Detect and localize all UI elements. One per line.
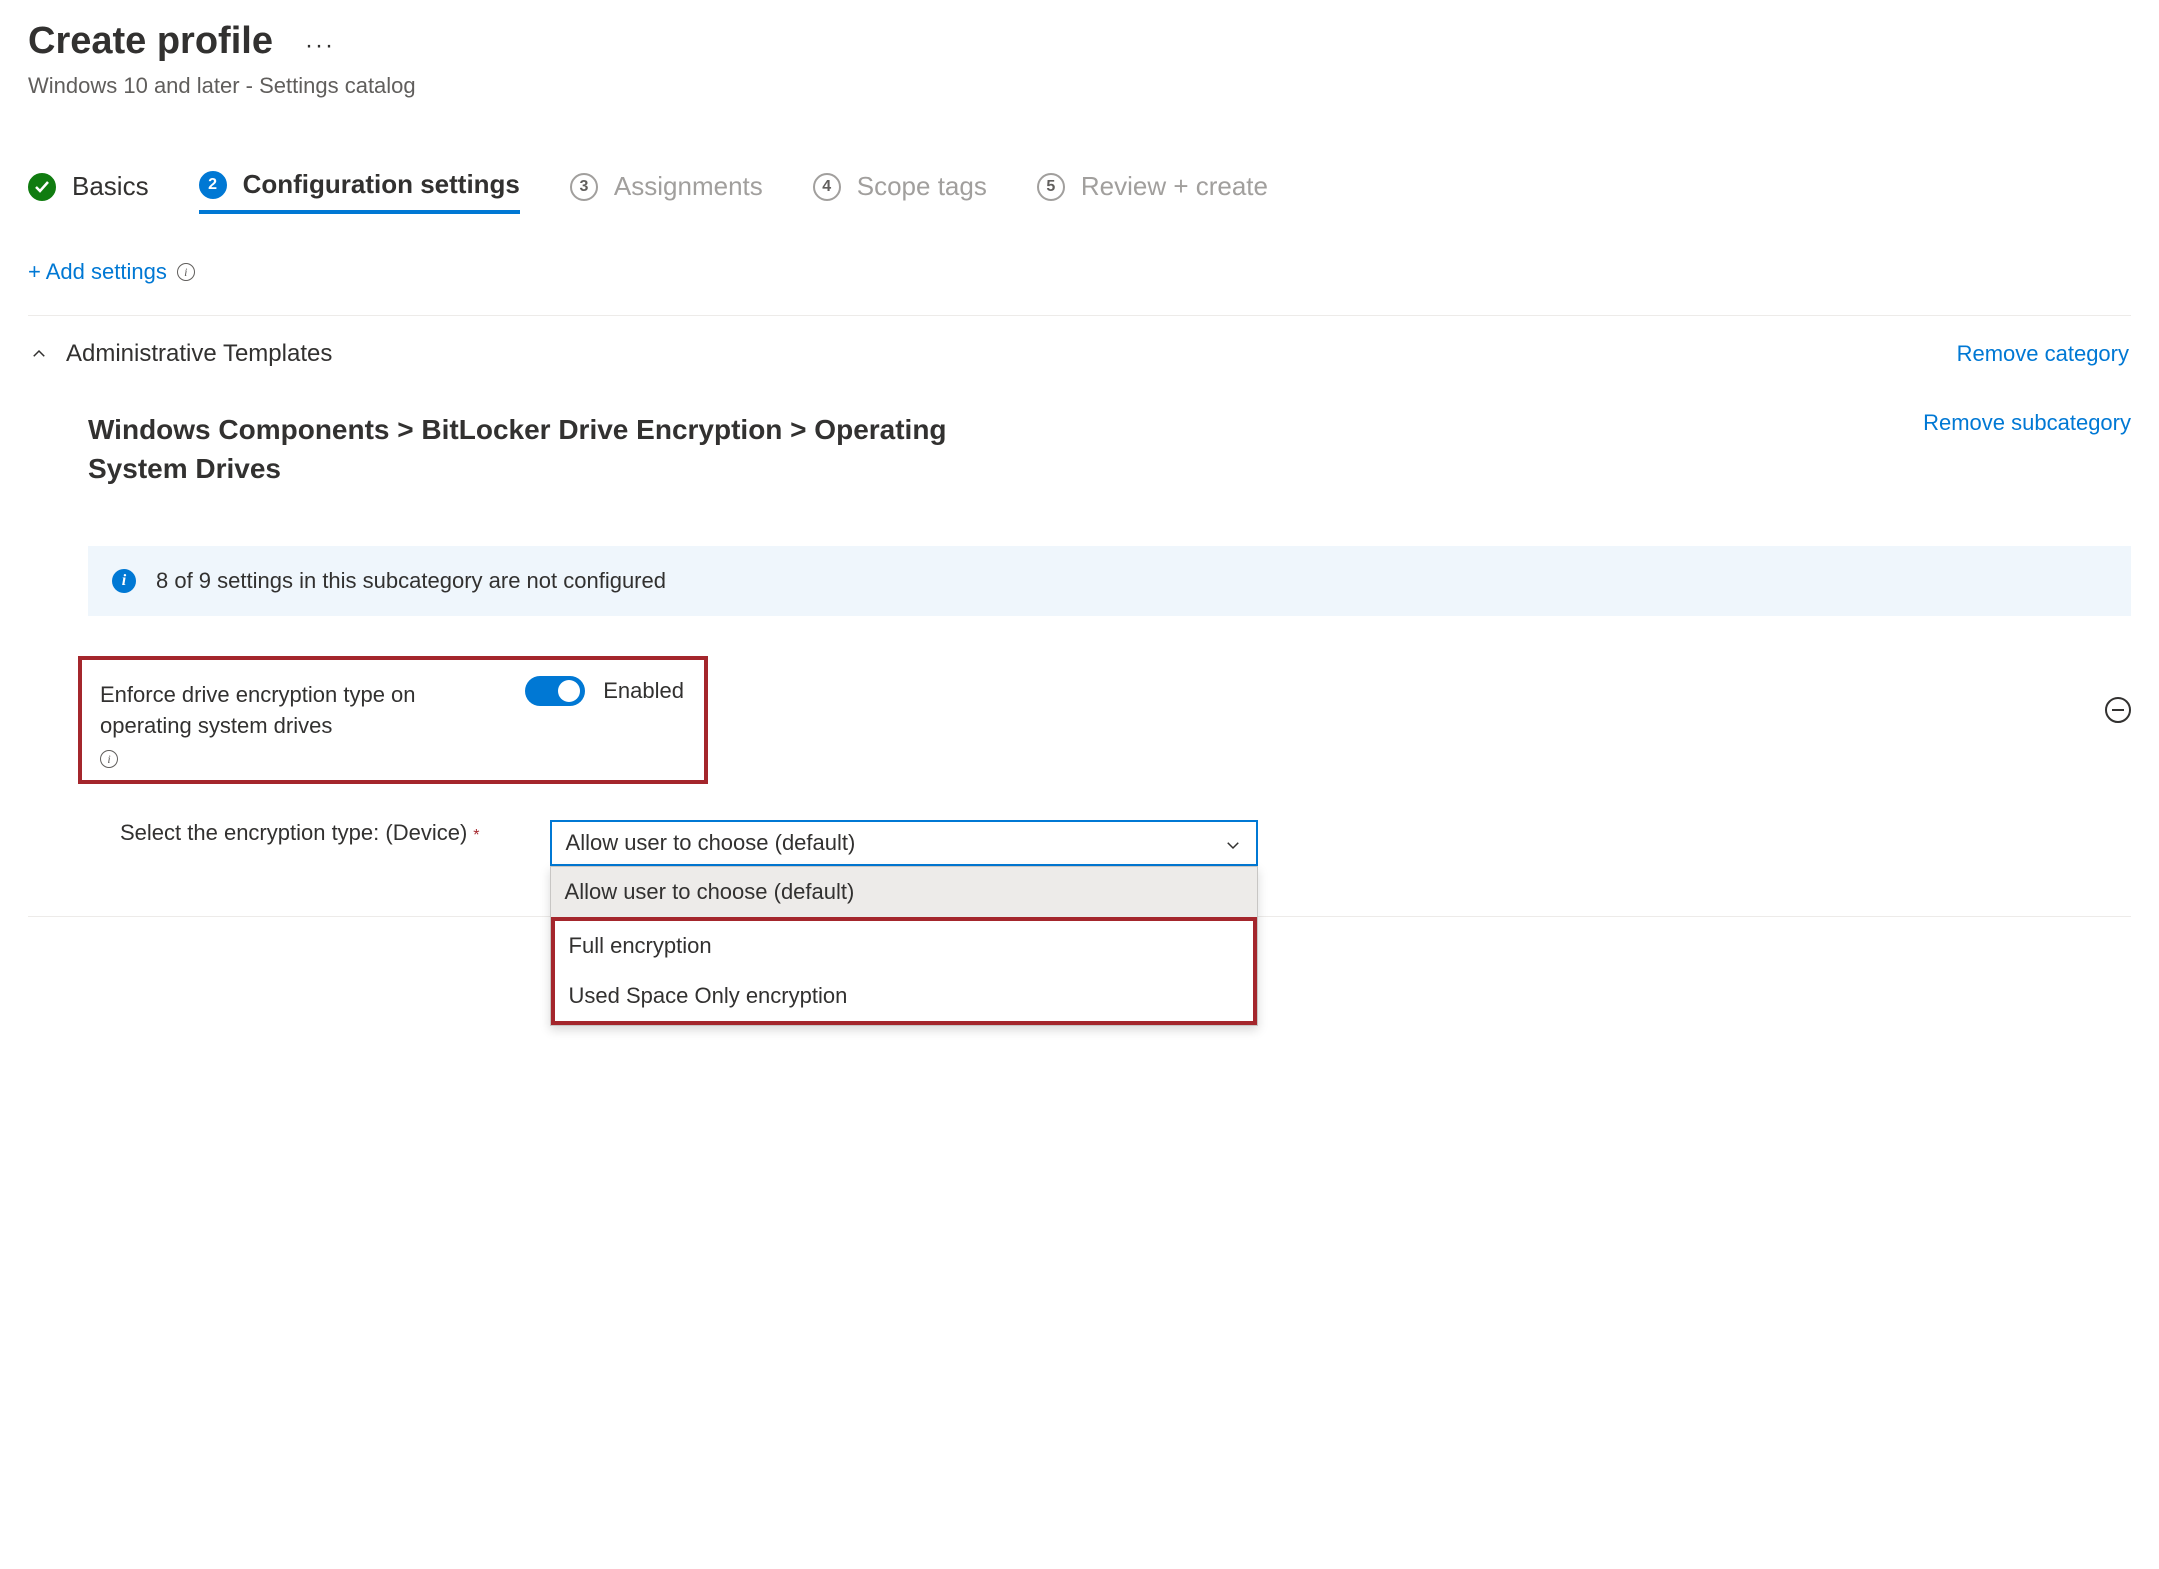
toggle-state-label: Enabled xyxy=(603,678,684,704)
step-number-icon: 2 xyxy=(199,171,227,199)
add-settings-link[interactable]: + Add settings i xyxy=(28,259,2131,285)
step-number-icon: 4 xyxy=(813,173,841,201)
section-title: Administrative Templates xyxy=(66,340,332,368)
check-icon xyxy=(28,173,56,201)
divider xyxy=(28,315,2131,316)
section-toggle[interactable]: Administrative Templates xyxy=(30,340,332,368)
step-review-create[interactable]: 5 Review + create xyxy=(1037,171,1268,212)
step-assignments[interactable]: 3 Assignments xyxy=(570,171,763,212)
remove-setting-button[interactable] xyxy=(2105,697,2131,723)
step-configuration-settings[interactable]: 2 Configuration settings xyxy=(199,169,520,214)
remove-subcategory-link[interactable]: Remove subcategory xyxy=(1923,410,2131,436)
setting-label: Enforce drive encryption type on operati… xyxy=(100,680,460,742)
info-icon: i xyxy=(112,569,136,593)
highlighted-setting: Enforce drive encryption type on operati… xyxy=(78,656,708,784)
encryption-type-dropdown[interactable]: Allow user to choose (default) xyxy=(550,820,1258,866)
step-scope-tags[interactable]: 4 Scope tags xyxy=(813,171,987,212)
step-number-icon: 5 xyxy=(1037,173,1065,201)
step-label: Review + create xyxy=(1081,171,1268,202)
page-subtitle: Windows 10 and later - Settings catalog xyxy=(28,73,2131,99)
wizard-steps: Basics 2 Configuration settings 3 Assign… xyxy=(28,169,2131,214)
step-label: Scope tags xyxy=(857,171,987,202)
required-indicator: * xyxy=(473,827,479,844)
page-title: Create profile xyxy=(28,20,273,63)
step-number-icon: 3 xyxy=(570,173,598,201)
highlighted-options: Full encryption Used Space Only encrypti… xyxy=(551,917,1257,1025)
chevron-down-icon xyxy=(1224,834,1242,852)
step-label: Configuration settings xyxy=(243,169,520,200)
dropdown-selected-value: Allow user to choose (default) xyxy=(566,830,856,856)
dropdown-option[interactable]: Full encryption xyxy=(555,921,1253,971)
dropdown-options-list: Allow user to choose (default) Full encr… xyxy=(550,866,1258,1026)
info-icon[interactable]: i xyxy=(177,263,195,281)
step-basics[interactable]: Basics xyxy=(28,171,149,212)
step-label: Assignments xyxy=(614,171,763,202)
info-banner-text: 8 of 9 settings in this subcategory are … xyxy=(156,568,666,594)
info-icon[interactable]: i xyxy=(100,750,118,768)
dropdown-option[interactable]: Used Space Only encryption xyxy=(555,971,1253,1021)
add-settings-label: + Add settings xyxy=(28,259,167,285)
enable-toggle[interactable] xyxy=(525,676,585,706)
chevron-up-icon xyxy=(30,345,48,363)
dropdown-option[interactable]: Allow user to choose (default) xyxy=(551,867,1257,917)
step-label: Basics xyxy=(72,171,149,202)
info-banner: i 8 of 9 settings in this subcategory ar… xyxy=(88,546,2131,616)
subcategory-breadcrumb: Windows Components > BitLocker Drive Enc… xyxy=(88,410,1038,488)
remove-category-link[interactable]: Remove category xyxy=(1957,341,2129,367)
dropdown-label: Select the encryption type: (Device) xyxy=(120,820,467,845)
more-actions-button[interactable]: ··· xyxy=(305,32,335,60)
